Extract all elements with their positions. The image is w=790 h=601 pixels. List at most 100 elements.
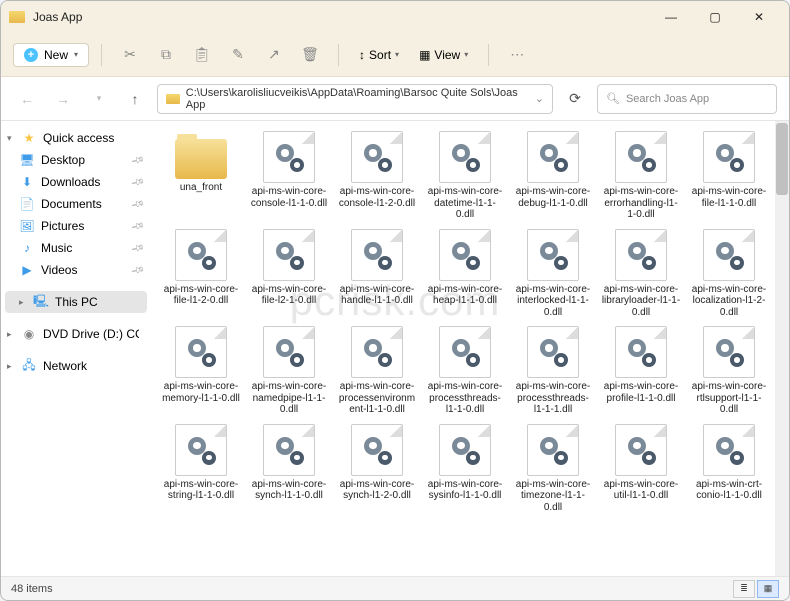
file-item[interactable]: api-ms-win-core-console-l1-2-0.dll: [335, 129, 419, 223]
file-item[interactable]: api-ms-win-core-console-l1-1-0.dll: [247, 129, 331, 223]
forward-button[interactable]: →: [49, 85, 77, 113]
file-label: api-ms-win-core-debug-l1-1-0.dll: [513, 186, 593, 209]
dll-file-icon: [439, 131, 491, 183]
scrollbar[interactable]: [775, 121, 789, 576]
cut-icon[interactable]: ✂: [114, 39, 146, 71]
file-item[interactable]: api-ms-win-core-errorhandling-l1-1-0.dll: [599, 129, 683, 223]
file-item[interactable]: api-ms-win-core-util-l1-1-0.dll: [599, 422, 683, 516]
file-item[interactable]: api-ms-win-core-heap-l1-1-0.dll: [423, 227, 507, 321]
dll-file-icon: [703, 131, 755, 183]
pin-icon: 📌︎: [130, 218, 145, 233]
file-label: api-ms-win-core-synch-l1-2-0.dll: [337, 479, 417, 502]
search-placeholder: Search Joas App: [626, 93, 709, 105]
file-item[interactable]: api-ms-win-core-rtlsupport-l1-1-0.dll: [687, 324, 771, 418]
dll-file-icon: [615, 424, 667, 476]
sidebar-item-videos[interactable]: ▶ Videos 📌︎: [1, 259, 151, 281]
file-item[interactable]: api-ms-win-core-file-l1-2-0.dll: [159, 227, 243, 321]
more-icon[interactable]: ⋯: [501, 39, 533, 71]
file-item[interactable]: api-ms-win-core-synch-l1-1-0.dll: [247, 422, 331, 516]
file-item[interactable]: api-ms-win-core-synch-l1-2-0.dll: [335, 422, 419, 516]
file-item[interactable]: api-ms-win-core-memory-l1-1-0.dll: [159, 324, 243, 418]
sidebar-item-music[interactable]: ♪ Music 📌︎: [1, 237, 151, 259]
delete-icon[interactable]: 🗑︎: [294, 39, 326, 71]
file-label: api-ms-win-core-localization-l1-2-0.dll: [689, 284, 769, 319]
details-view-button[interactable]: ≣: [733, 580, 755, 598]
sidebar-item-desktop[interactable]: 🖥︎ Desktop 📌︎: [1, 149, 151, 171]
up-button[interactable]: ↑: [121, 85, 149, 113]
network-icon: 🖧: [21, 359, 37, 373]
dll-file-icon: [615, 131, 667, 183]
file-pane[interactable]: una_front api-ms-win-core-console-l1-1-0.…: [151, 121, 789, 576]
file-label: api-ms-win-core-sysinfo-l1-1-0.dll: [425, 479, 505, 502]
chevron-down-icon: ▾: [395, 50, 399, 59]
sidebar-item-network[interactable]: ▸ 🖧 Network: [1, 355, 151, 377]
file-item[interactable]: api-ms-win-core-debug-l1-1-0.dll: [511, 129, 595, 223]
chevron-down-icon: ▾: [464, 50, 468, 59]
close-button[interactable]: ✕: [737, 1, 781, 33]
file-label: api-ms-win-core-datetime-l1-1-0.dll: [425, 186, 505, 221]
file-item[interactable]: api-ms-win-core-sysinfo-l1-1-0.dll: [423, 422, 507, 516]
file-item[interactable]: api-ms-win-core-file-l2-1-0.dll: [247, 227, 331, 321]
sort-icon: ↕: [359, 48, 365, 62]
file-item[interactable]: api-ms-win-core-namedpipe-l1-1-0.dll: [247, 324, 331, 418]
sidebar-item-pictures[interactable]: 🖼︎ Pictures 📌︎: [1, 215, 151, 237]
folder-icon: [166, 94, 180, 104]
copy-icon[interactable]: ⧉: [150, 39, 182, 71]
dll-file-icon: [439, 424, 491, 476]
dll-file-icon: [175, 229, 227, 281]
chevron-down-icon[interactable]: ▾: [85, 85, 113, 113]
address-bar[interactable]: C:\Users\karolisliucveikis\AppData\Roami…: [157, 84, 553, 114]
sidebar-item-quick-access[interactable]: ▾ ★ Quick access: [1, 127, 151, 149]
pc-icon: 🖳: [33, 295, 49, 309]
star-icon: ★: [21, 131, 37, 145]
file-item[interactable]: api-ms-win-core-string-l1-1-0.dll: [159, 422, 243, 516]
icons-view-button[interactable]: ▦: [757, 580, 779, 598]
navigation-pane: ▾ ★ Quick access 🖥︎ Desktop 📌︎ ⬇ Downloa…: [1, 121, 151, 576]
view-button[interactable]: ▦ View ▾: [411, 44, 476, 66]
dll-file-icon: [263, 131, 315, 183]
file-label: api-ms-win-core-console-l1-1-0.dll: [249, 186, 329, 209]
file-item[interactable]: api-ms-win-core-processthreads-l1-1-1.dl…: [511, 324, 595, 418]
file-item[interactable]: api-ms-win-core-processenvironment-l1-1-…: [335, 324, 419, 418]
maximize-button[interactable]: ▢: [693, 1, 737, 33]
desktop-icon: 🖥︎: [19, 153, 35, 167]
file-item[interactable]: api-ms-win-core-handle-l1-1-0.dll: [335, 227, 419, 321]
search-input[interactable]: 🔍︎ Search Joas App: [597, 84, 777, 114]
sidebar-item-dvd[interactable]: ▸ ◉ DVD Drive (D:) CCCOMA_X64FRE_EN-US_D…: [1, 323, 151, 345]
refresh-button[interactable]: ⟳: [561, 85, 589, 113]
file-label: api-ms-win-core-rtlsupport-l1-1-0.dll: [689, 381, 769, 416]
file-item[interactable]: api-ms-win-core-localization-l1-2-0.dll: [687, 227, 771, 321]
file-item[interactable]: api-ms-win-core-profile-l1-1-0.dll: [599, 324, 683, 418]
pin-icon: 📌︎: [130, 196, 145, 211]
share-icon[interactable]: ↗: [258, 39, 290, 71]
file-item[interactable]: api-ms-win-core-datetime-l1-1-0.dll: [423, 129, 507, 223]
separator: [488, 44, 489, 66]
file-item[interactable]: api-ms-win-core-libraryloader-l1-1-0.dll: [599, 227, 683, 321]
rename-icon[interactable]: ✎: [222, 39, 254, 71]
file-label: api-ms-win-core-file-l2-1-0.dll: [249, 284, 329, 307]
new-button[interactable]: + New ▾: [13, 43, 89, 67]
file-item[interactable]: api-ms-win-core-processthreads-l1-1-0.dl…: [423, 324, 507, 418]
minimize-button[interactable]: —: [649, 1, 693, 33]
back-button[interactable]: ←: [13, 85, 41, 113]
sidebar-item-this-pc[interactable]: ▸ 🖳 This PC: [5, 291, 147, 313]
file-item[interactable]: api-ms-win-core-file-l1-1-0.dll: [687, 129, 771, 223]
folder-item[interactable]: una_front: [159, 129, 243, 223]
window-title: Joas App: [33, 10, 649, 24]
file-item[interactable]: api-ms-win-core-interlocked-l1-1-0.dll: [511, 227, 595, 321]
file-item[interactable]: api-ms-win-crt-conio-l1-1-0.dll: [687, 422, 771, 516]
paste-icon[interactable]: 📋︎: [186, 39, 218, 71]
sidebar-item-documents[interactable]: 📄 Documents 📌︎: [1, 193, 151, 215]
chevron-down-icon: ▾: [74, 50, 78, 59]
command-bar: + New ▾ ✂ ⧉ 📋︎ ✎ ↗ 🗑︎ ↕ Sort ▾ ▦ View ▾ …: [1, 33, 789, 77]
titlebar: Joas App — ▢ ✕: [1, 1, 789, 33]
sidebar-item-downloads[interactable]: ⬇ Downloads 📌︎: [1, 171, 151, 193]
dll-file-icon: [527, 424, 579, 476]
downloads-icon: ⬇: [19, 175, 35, 189]
dll-file-icon: [351, 131, 403, 183]
dll-file-icon: [703, 229, 755, 281]
file-item[interactable]: api-ms-win-core-timezone-l1-1-0.dll: [511, 422, 595, 516]
sort-button[interactable]: ↕ Sort ▾: [351, 44, 407, 66]
scrollbar-thumb[interactable]: [776, 123, 788, 195]
file-label: api-ms-win-core-heap-l1-1-0.dll: [425, 284, 505, 307]
